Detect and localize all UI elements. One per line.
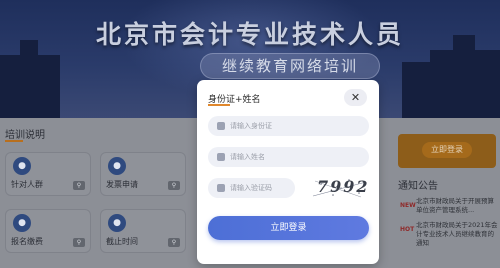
notice-item[interactable]: HOT 北京市财政局关于2021年会计专业技术人员继续教育的通知 bbox=[398, 221, 500, 248]
captcha-image[interactable]: 7992 bbox=[311, 176, 369, 200]
tile-registration-payment[interactable]: ● 报名缴费 ⚲ bbox=[5, 209, 91, 253]
search-icon[interactable]: ⚲ bbox=[168, 238, 180, 247]
tile-deadline[interactable]: ● 截止时间 ⚲ bbox=[100, 209, 186, 253]
hot-badge: HOT bbox=[400, 226, 415, 233]
notice-text[interactable]: 北京市财政局关于2021年会计专业技术人员继续教育的通知 bbox=[416, 221, 500, 248]
name-field[interactable] bbox=[208, 147, 369, 167]
new-badge: NEW bbox=[400, 202, 416, 209]
login-submit-button[interactable]: 立即登录 bbox=[208, 216, 369, 240]
tile-label: 截止时间 bbox=[106, 237, 138, 246]
close-button[interactable]: ✕ bbox=[344, 89, 367, 106]
building-silhouette bbox=[402, 62, 442, 118]
search-icon[interactable]: ⚲ bbox=[73, 238, 85, 247]
training-section-title: 培训说明 bbox=[5, 126, 45, 142]
tile-label: 针对人群 bbox=[11, 180, 43, 189]
id-card-field[interactable] bbox=[208, 116, 369, 136]
user-icon bbox=[217, 153, 225, 161]
side-login-panel: 立即登录 bbox=[398, 134, 496, 168]
payment-icon: ● bbox=[13, 214, 31, 232]
tile-label: 报名缴费 bbox=[11, 237, 43, 246]
page-subtitle: 继续教育网络培训 bbox=[200, 53, 380, 79]
clock-icon: ● bbox=[108, 214, 126, 232]
active-tab-underline bbox=[208, 104, 230, 106]
tile-label: 发票申请 bbox=[106, 180, 138, 189]
building-silhouette bbox=[0, 55, 60, 118]
shield-icon bbox=[217, 184, 225, 192]
search-icon[interactable]: ⚲ bbox=[73, 181, 85, 190]
side-login-button[interactable]: 立即登录 bbox=[422, 142, 472, 158]
notice-text[interactable]: 北京市财政局关于开展预算单位资产管理系统... bbox=[416, 197, 500, 215]
id-card-input[interactable] bbox=[230, 118, 360, 134]
tile-target-audience[interactable]: ● 针对人群 ⚲ bbox=[5, 152, 91, 196]
users-icon: ● bbox=[13, 157, 31, 175]
captcha-field[interactable] bbox=[208, 178, 295, 198]
notice-item[interactable]: NEW 北京市财政局关于开展预算单位资产管理系统... bbox=[398, 197, 500, 221]
id-card-icon bbox=[217, 122, 225, 130]
invoice-icon: ● bbox=[108, 157, 126, 175]
login-modal: 身份证+姓名 ✕ 7992 立即登录 bbox=[197, 80, 379, 264]
captcha-input[interactable] bbox=[230, 180, 290, 196]
page-title: 北京市会计专业技术人员 bbox=[95, 20, 404, 49]
tile-invoice-request[interactable]: ● 发票申请 ⚲ bbox=[100, 152, 186, 196]
captcha-code: 7992 bbox=[317, 177, 369, 196]
name-input[interactable] bbox=[230, 149, 360, 165]
search-icon[interactable]: ⚲ bbox=[168, 181, 180, 190]
notice-section-title: 通知公告 bbox=[398, 181, 438, 192]
